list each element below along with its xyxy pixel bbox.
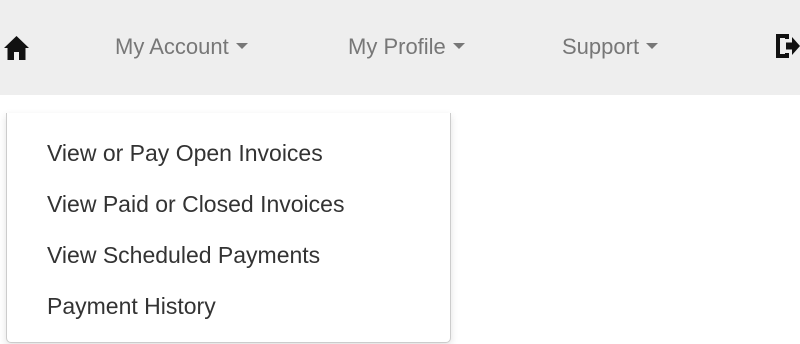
logout-icon[interactable]	[773, 32, 800, 60]
nav-my-account[interactable]: My Account	[115, 31, 248, 63]
nav-support-label: Support	[562, 34, 640, 59]
nav-my-account-label: My Account	[115, 34, 229, 59]
my-account-dropdown-menu: View or Pay Open Invoices View Paid or C…	[6, 113, 451, 343]
nav-support[interactable]: Support	[562, 31, 659, 63]
caret-down-icon	[235, 43, 248, 50]
caret-down-icon	[452, 43, 465, 50]
menu-item-view-closed-invoices[interactable]: View Paid or Closed Invoices	[47, 187, 344, 221]
menu-item-view-open-invoices[interactable]: View or Pay Open Invoices	[47, 136, 323, 170]
menu-item-view-scheduled-payments[interactable]: View Scheduled Payments	[47, 238, 320, 272]
nav-my-profile[interactable]: My Profile	[348, 31, 465, 63]
nav-my-profile-label: My Profile	[348, 34, 446, 59]
home-icon[interactable]	[3, 35, 30, 61]
menu-item-payment-history[interactable]: Payment History	[47, 289, 216, 323]
top-navbar: My Account My Profile Support	[0, 0, 800, 95]
caret-down-icon	[646, 43, 659, 50]
